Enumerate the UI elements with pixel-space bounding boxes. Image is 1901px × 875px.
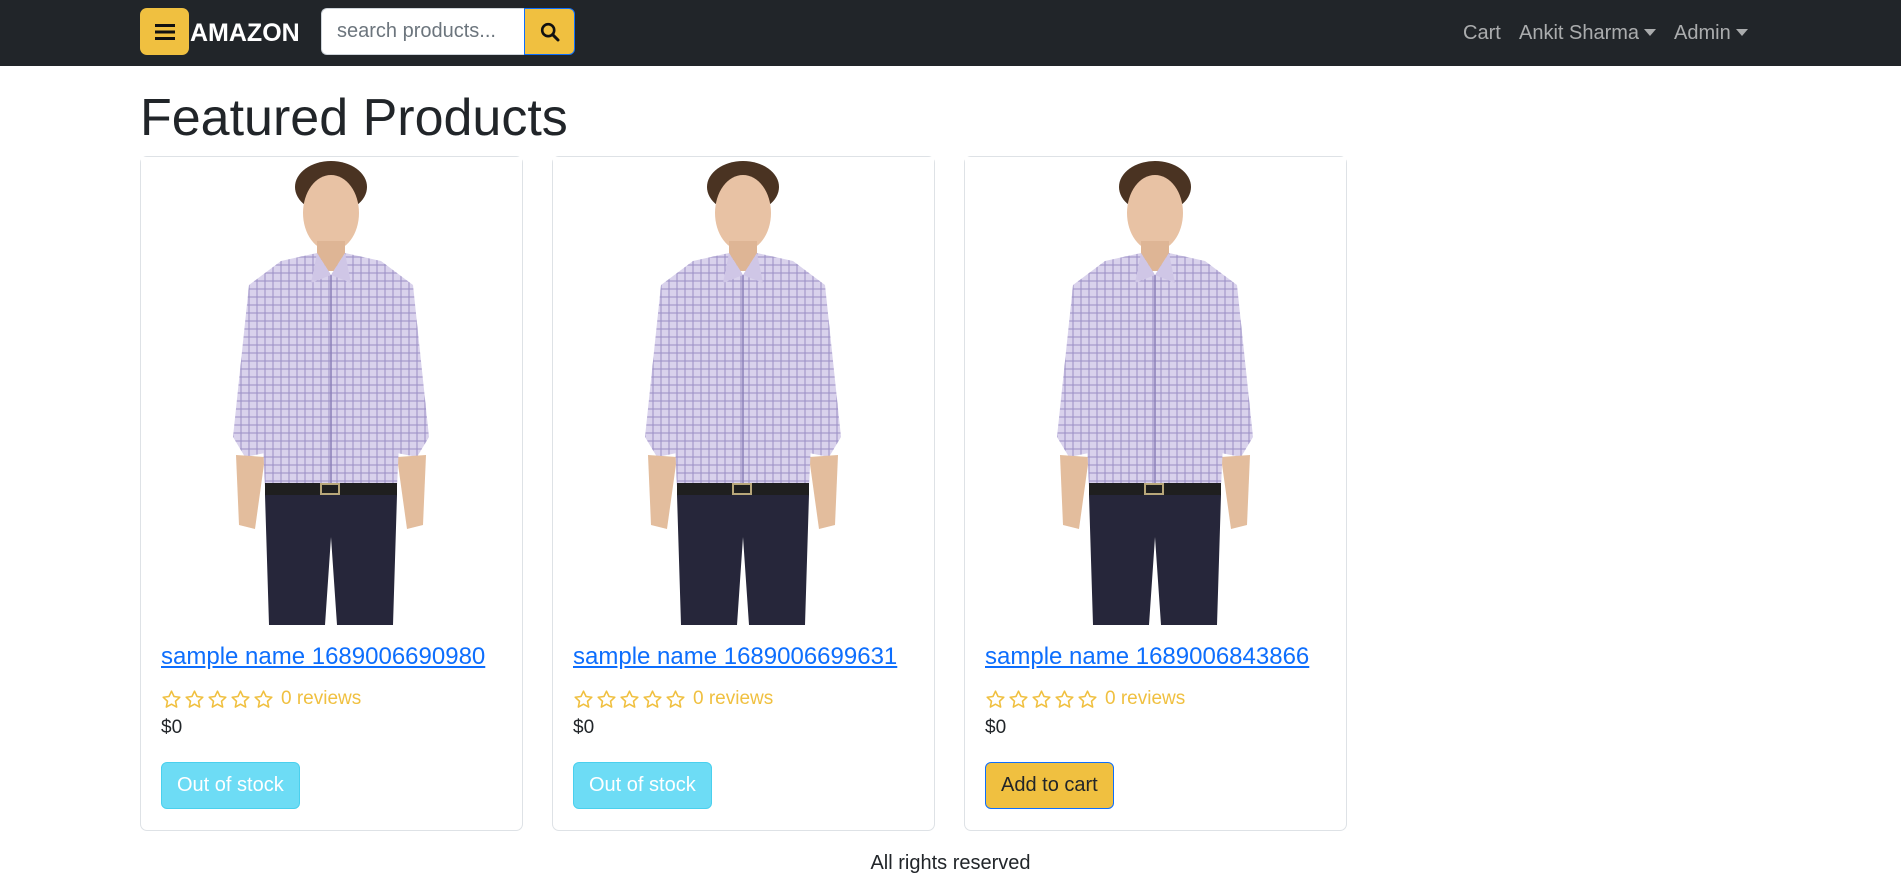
star-rating <box>985 689 1098 710</box>
user-dropdown[interactable]: Ankit Sharma <box>1519 14 1657 52</box>
hamburger-icon <box>154 23 175 40</box>
caret-down-icon <box>1644 29 1657 36</box>
product-name-link[interactable]: sample name 1689006690980 <box>161 643 485 671</box>
out-of-stock-button[interactable]: Out of stock <box>573 762 712 809</box>
footer-text: All rights reserved <box>870 852 1031 874</box>
product-name-link[interactable]: sample name 1689006843866 <box>985 643 1309 671</box>
star-icon <box>643 689 662 708</box>
product-price: $0 <box>985 717 1007 738</box>
star-icon <box>162 689 181 708</box>
product-rating: 0 reviews <box>985 686 1185 712</box>
star-icon <box>1055 689 1074 708</box>
reviews-count: 0 reviews <box>693 688 774 709</box>
star-icon <box>574 689 593 708</box>
sidebar-toggle-button[interactable] <box>140 8 189 55</box>
product-image[interactable] <box>141 157 522 625</box>
star-icon <box>254 689 273 708</box>
star-icon <box>666 689 685 708</box>
product-card: sample name 1689006690980 0 reviews $0 O… <box>140 156 523 831</box>
star-icon <box>597 689 616 708</box>
reviews-count: 0 reviews <box>1105 688 1186 709</box>
page-title: Featured Products <box>140 89 568 147</box>
add-to-cart-button[interactable]: Add to cart <box>985 762 1114 809</box>
star-icon <box>1078 689 1097 708</box>
reviews-count: 0 reviews <box>281 688 362 709</box>
star-icon <box>1032 689 1051 708</box>
star-icon <box>231 689 250 708</box>
product-card: sample name 1689006699631 0 reviews $0 O… <box>552 156 935 831</box>
star-rating <box>573 689 686 710</box>
star-icon <box>208 689 227 708</box>
product-price: $0 <box>161 717 183 738</box>
caret-down-icon <box>1735 29 1748 36</box>
star-icon <box>986 689 1005 708</box>
nav-cart-link[interactable]: Cart <box>1463 14 1501 52</box>
top-navbar: AMAZON Cart Ankit Sharma Admin <box>0 0 1901 66</box>
search-button[interactable] <box>524 8 575 55</box>
star-icon <box>1009 689 1028 708</box>
star-rating <box>161 689 274 710</box>
product-card: sample name 1689006843866 0 reviews $0 A… <box>964 156 1347 831</box>
product-rating: 0 reviews <box>161 686 361 712</box>
product-image[interactable] <box>553 157 934 625</box>
search-form <box>321 8 575 55</box>
product-price: $0 <box>573 717 595 738</box>
brand-logo-link[interactable]: AMAZON <box>190 14 300 52</box>
user-dropdown-label: Ankit Sharma <box>1519 22 1640 44</box>
out-of-stock-button[interactable]: Out of stock <box>161 762 300 809</box>
product-name-link[interactable]: sample name 1689006699631 <box>573 643 897 671</box>
admin-dropdown[interactable]: Admin <box>1674 14 1748 52</box>
search-input[interactable] <box>321 8 524 55</box>
star-icon <box>620 689 639 708</box>
search-icon <box>540 22 559 41</box>
star-icon <box>185 689 204 708</box>
admin-dropdown-label: Admin <box>1674 22 1731 44</box>
product-image[interactable] <box>965 157 1346 625</box>
product-rating: 0 reviews <box>573 686 773 712</box>
